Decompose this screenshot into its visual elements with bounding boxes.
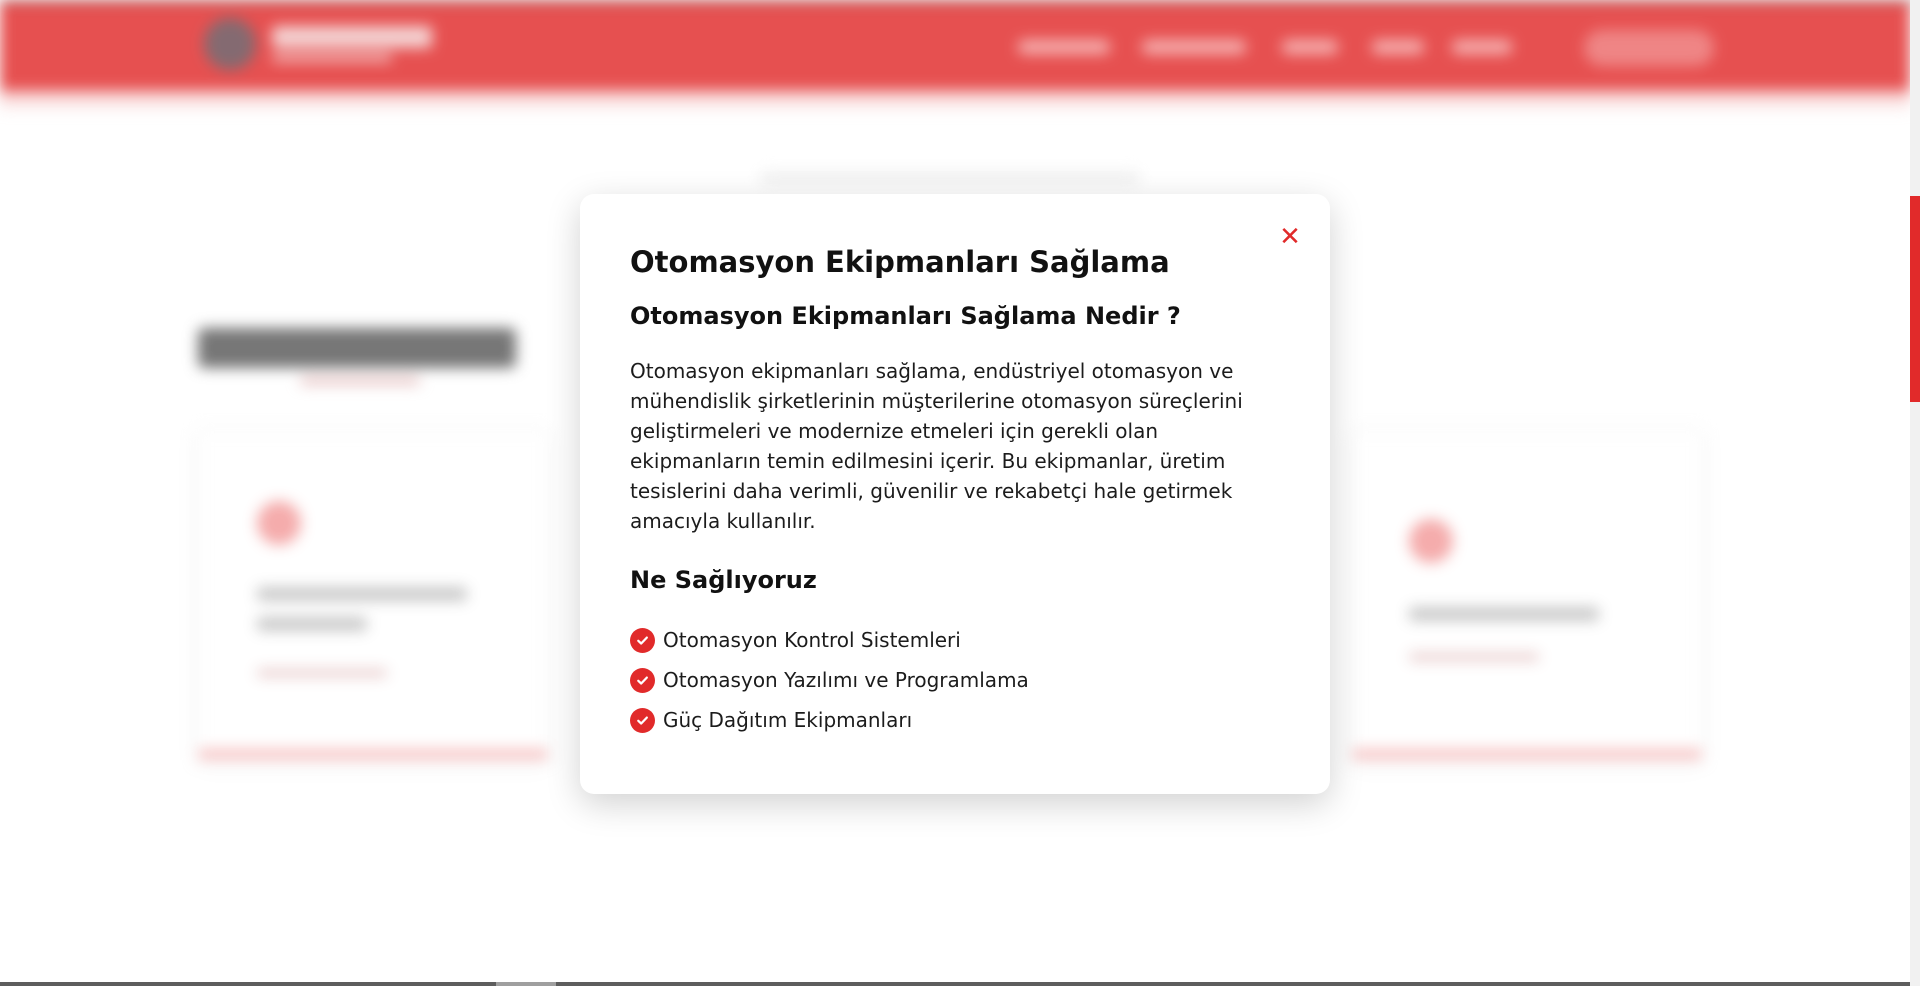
modal-title: Otomasyon Ekipmanları Sağlama	[630, 245, 1170, 279]
service-modal: Otomasyon Ekipmanları Sağlama Otomasyon …	[580, 194, 1330, 794]
feature-item: Otomasyon Yazılımı ve Programlama	[630, 660, 1280, 700]
feature-label: Otomasyon Yazılımı ve Programlama	[663, 668, 1029, 692]
check-circle-icon	[630, 707, 655, 733]
modal-description: Otomasyon ekipmanları sağlama, endüstriy…	[630, 359, 1243, 533]
close-icon[interactable]: ✕	[1279, 224, 1301, 250]
feature-label: Güç Dağıtım Ekipmanları	[663, 708, 913, 732]
close-button[interactable]: ✕	[1270, 222, 1310, 252]
scrollbar-track[interactable]	[1910, 0, 1920, 986]
feature-item: Güç Dağıtım Ekipmanları	[630, 700, 1280, 740]
features-heading: Ne Sağlıyoruz	[630, 566, 817, 594]
check-circle-icon	[630, 627, 655, 653]
scrollbar-thumb[interactable]	[1910, 196, 1920, 402]
check-circle-icon	[630, 667, 655, 693]
feature-item: Otomasyon Kontrol Sistemleri	[630, 620, 1280, 660]
feature-label: Otomasyon Kontrol Sistemleri	[663, 628, 961, 652]
features-list: Otomasyon Kontrol Sistemleri Otomasyon Y…	[630, 620, 1280, 740]
modal-subtitle: Otomasyon Ekipmanları Sağlama Nedir ?	[630, 302, 1181, 330]
